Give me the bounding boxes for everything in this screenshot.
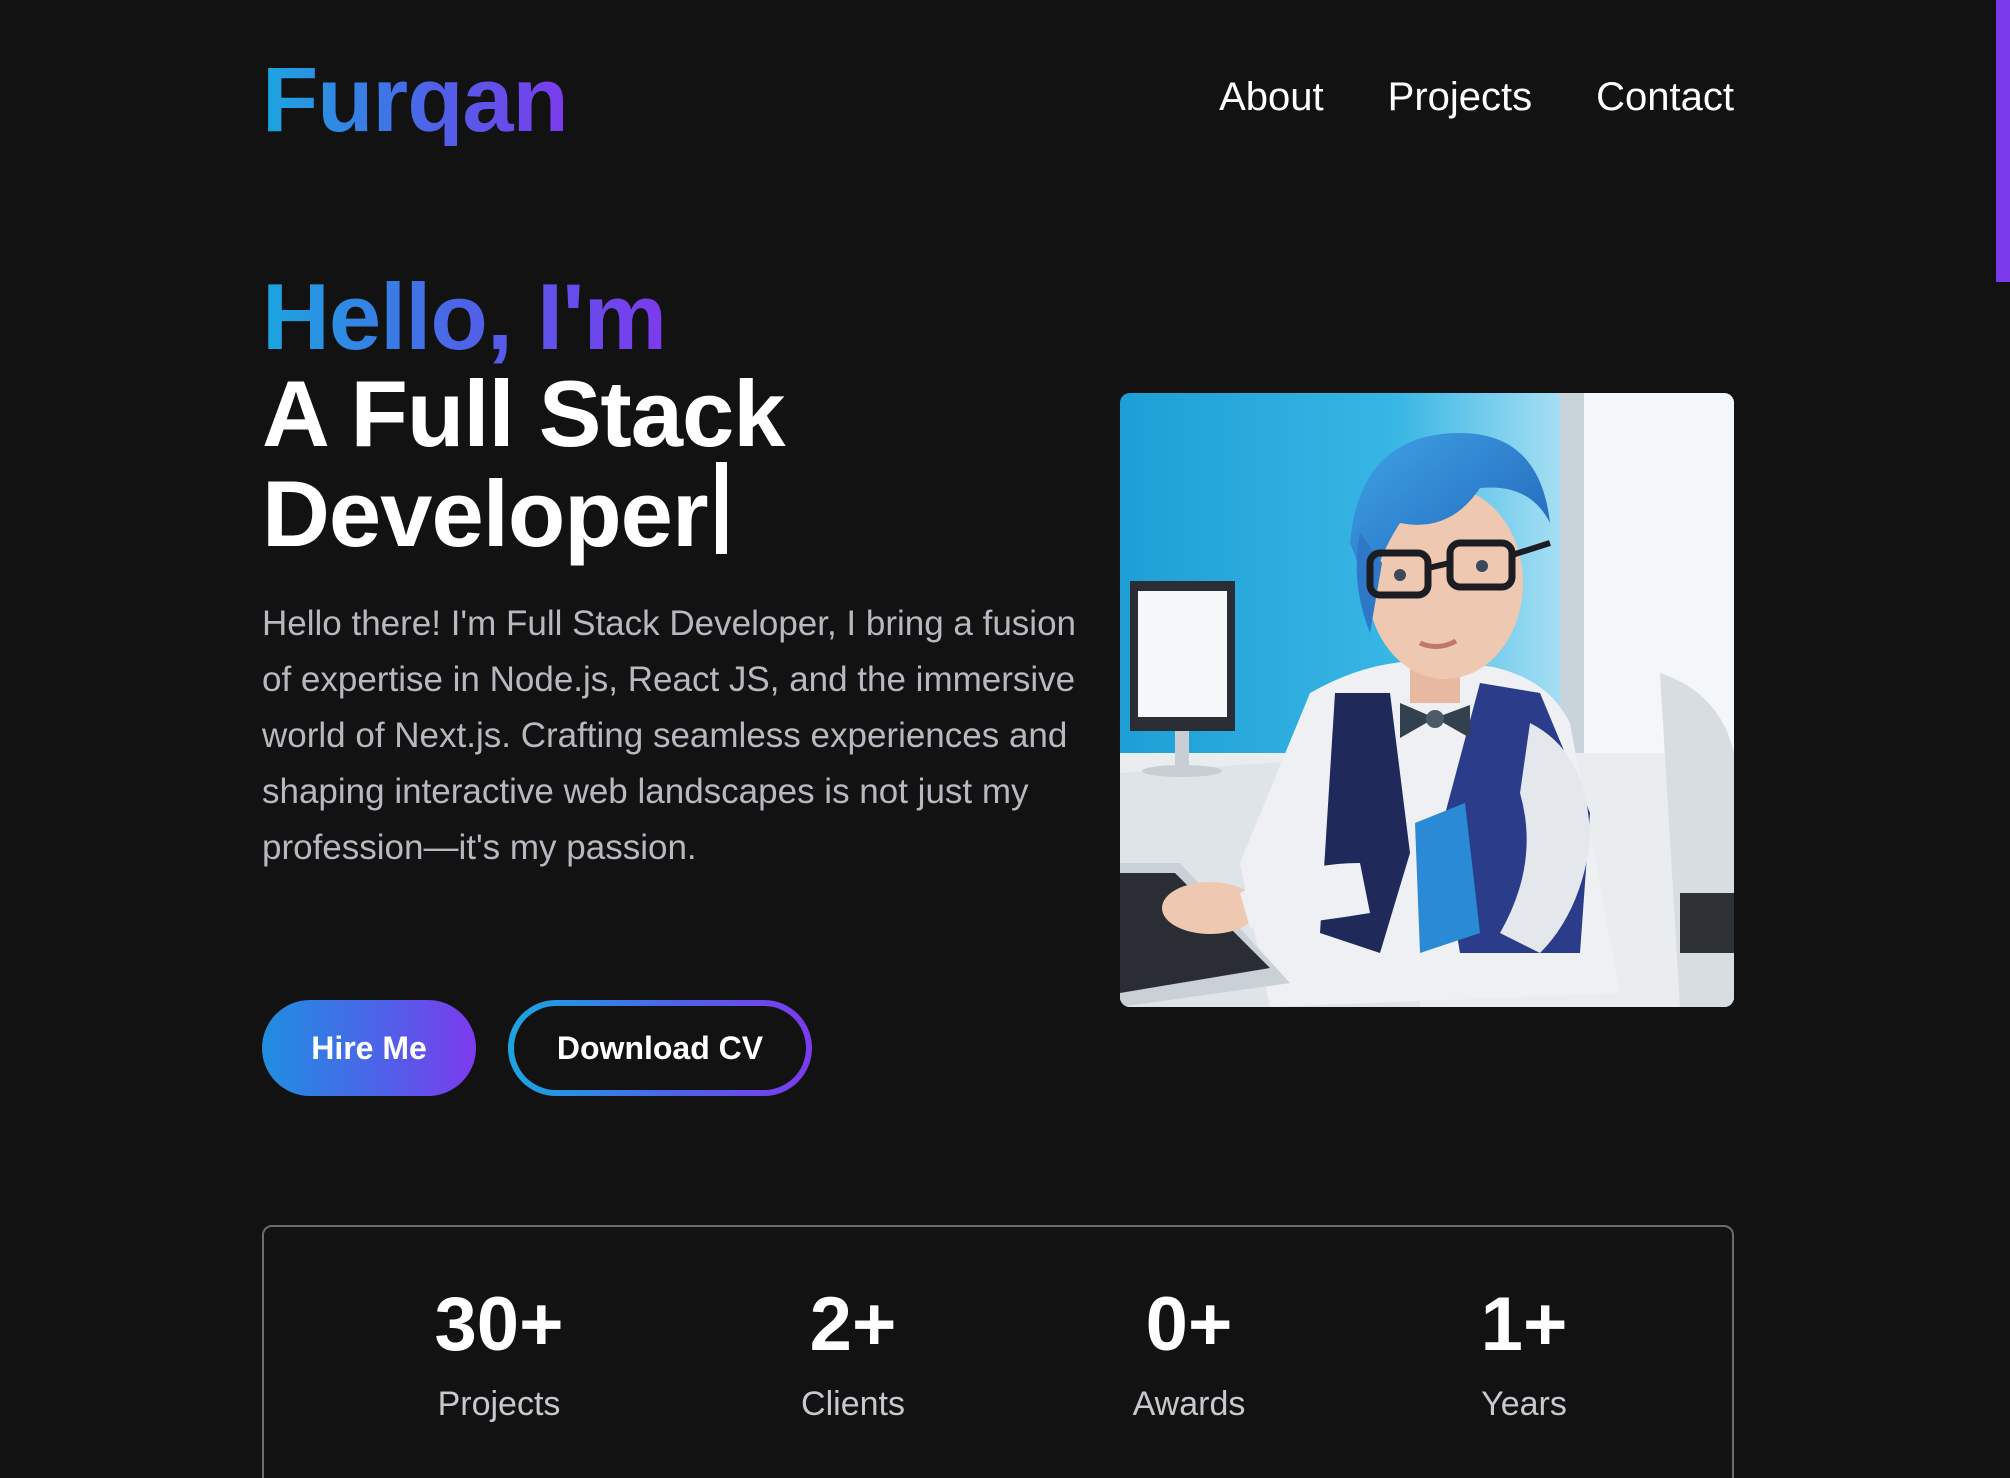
- stat-label: Awards: [1132, 1385, 1246, 1423]
- portfolio-page: Furqan About Projects Contact Hello, I'm…: [0, 0, 2010, 1478]
- stat-awards: 0+ Awards: [1059, 1287, 1319, 1424]
- portrait-illustration: [1120, 393, 1734, 1007]
- stat-value: 0+: [1145, 1282, 1233, 1367]
- hero-role-line2: Developer: [262, 461, 709, 566]
- stat-projects: 30+ Projects: [369, 1287, 629, 1424]
- hero-role: A Full Stack Developer: [262, 366, 1082, 562]
- stat-value: 30+: [434, 1282, 564, 1367]
- stat-label: Years: [1481, 1385, 1567, 1423]
- stat-clients: 2+ Clients: [723, 1287, 983, 1424]
- main-nav: About Projects Contact: [1219, 75, 1734, 120]
- site-header: Furqan About Projects Contact: [262, 40, 1734, 160]
- stat-years: 1+ Years: [1394, 1287, 1654, 1424]
- logo[interactable]: Furqan: [262, 54, 569, 146]
- download-cv-button[interactable]: Download CV: [508, 1000, 812, 1096]
- scrollbar-thumb[interactable]: [1996, 0, 2010, 282]
- stat-value: 2+: [809, 1282, 897, 1367]
- page-scrollbar[interactable]: [1996, 0, 2010, 1478]
- hire-me-button[interactable]: Hire Me: [262, 1000, 476, 1096]
- hero-intro: Hello there! I'm Full Stack Developer, I…: [262, 604, 1077, 867]
- stat-label: Projects: [437, 1385, 561, 1423]
- hero-role-line1: A Full Stack: [262, 361, 786, 466]
- stat-label: Clients: [801, 1385, 905, 1423]
- download-cv-label: Download CV: [514, 1006, 806, 1090]
- typing-cursor: [715, 462, 727, 554]
- hero-greeting: Hello, I'm: [262, 264, 667, 369]
- stat-value: 1+: [1480, 1282, 1568, 1367]
- hero-role-line2-wrap: Developer: [262, 462, 1082, 562]
- hero-buttons: Hire Me Download CV: [262, 1000, 812, 1096]
- hero-text: Hello, I'm A Full Stack Developer Hello …: [262, 270, 1082, 911]
- stats-panel: 30+ Projects 2+ Clients 0+ Awards 1+ Yea…: [262, 1225, 1734, 1478]
- nav-link-about[interactable]: About: [1219, 75, 1324, 120]
- nav-link-contact[interactable]: Contact: [1596, 75, 1734, 120]
- developer-portrait: [1120, 393, 1734, 1007]
- nav-link-projects[interactable]: Projects: [1388, 75, 1533, 120]
